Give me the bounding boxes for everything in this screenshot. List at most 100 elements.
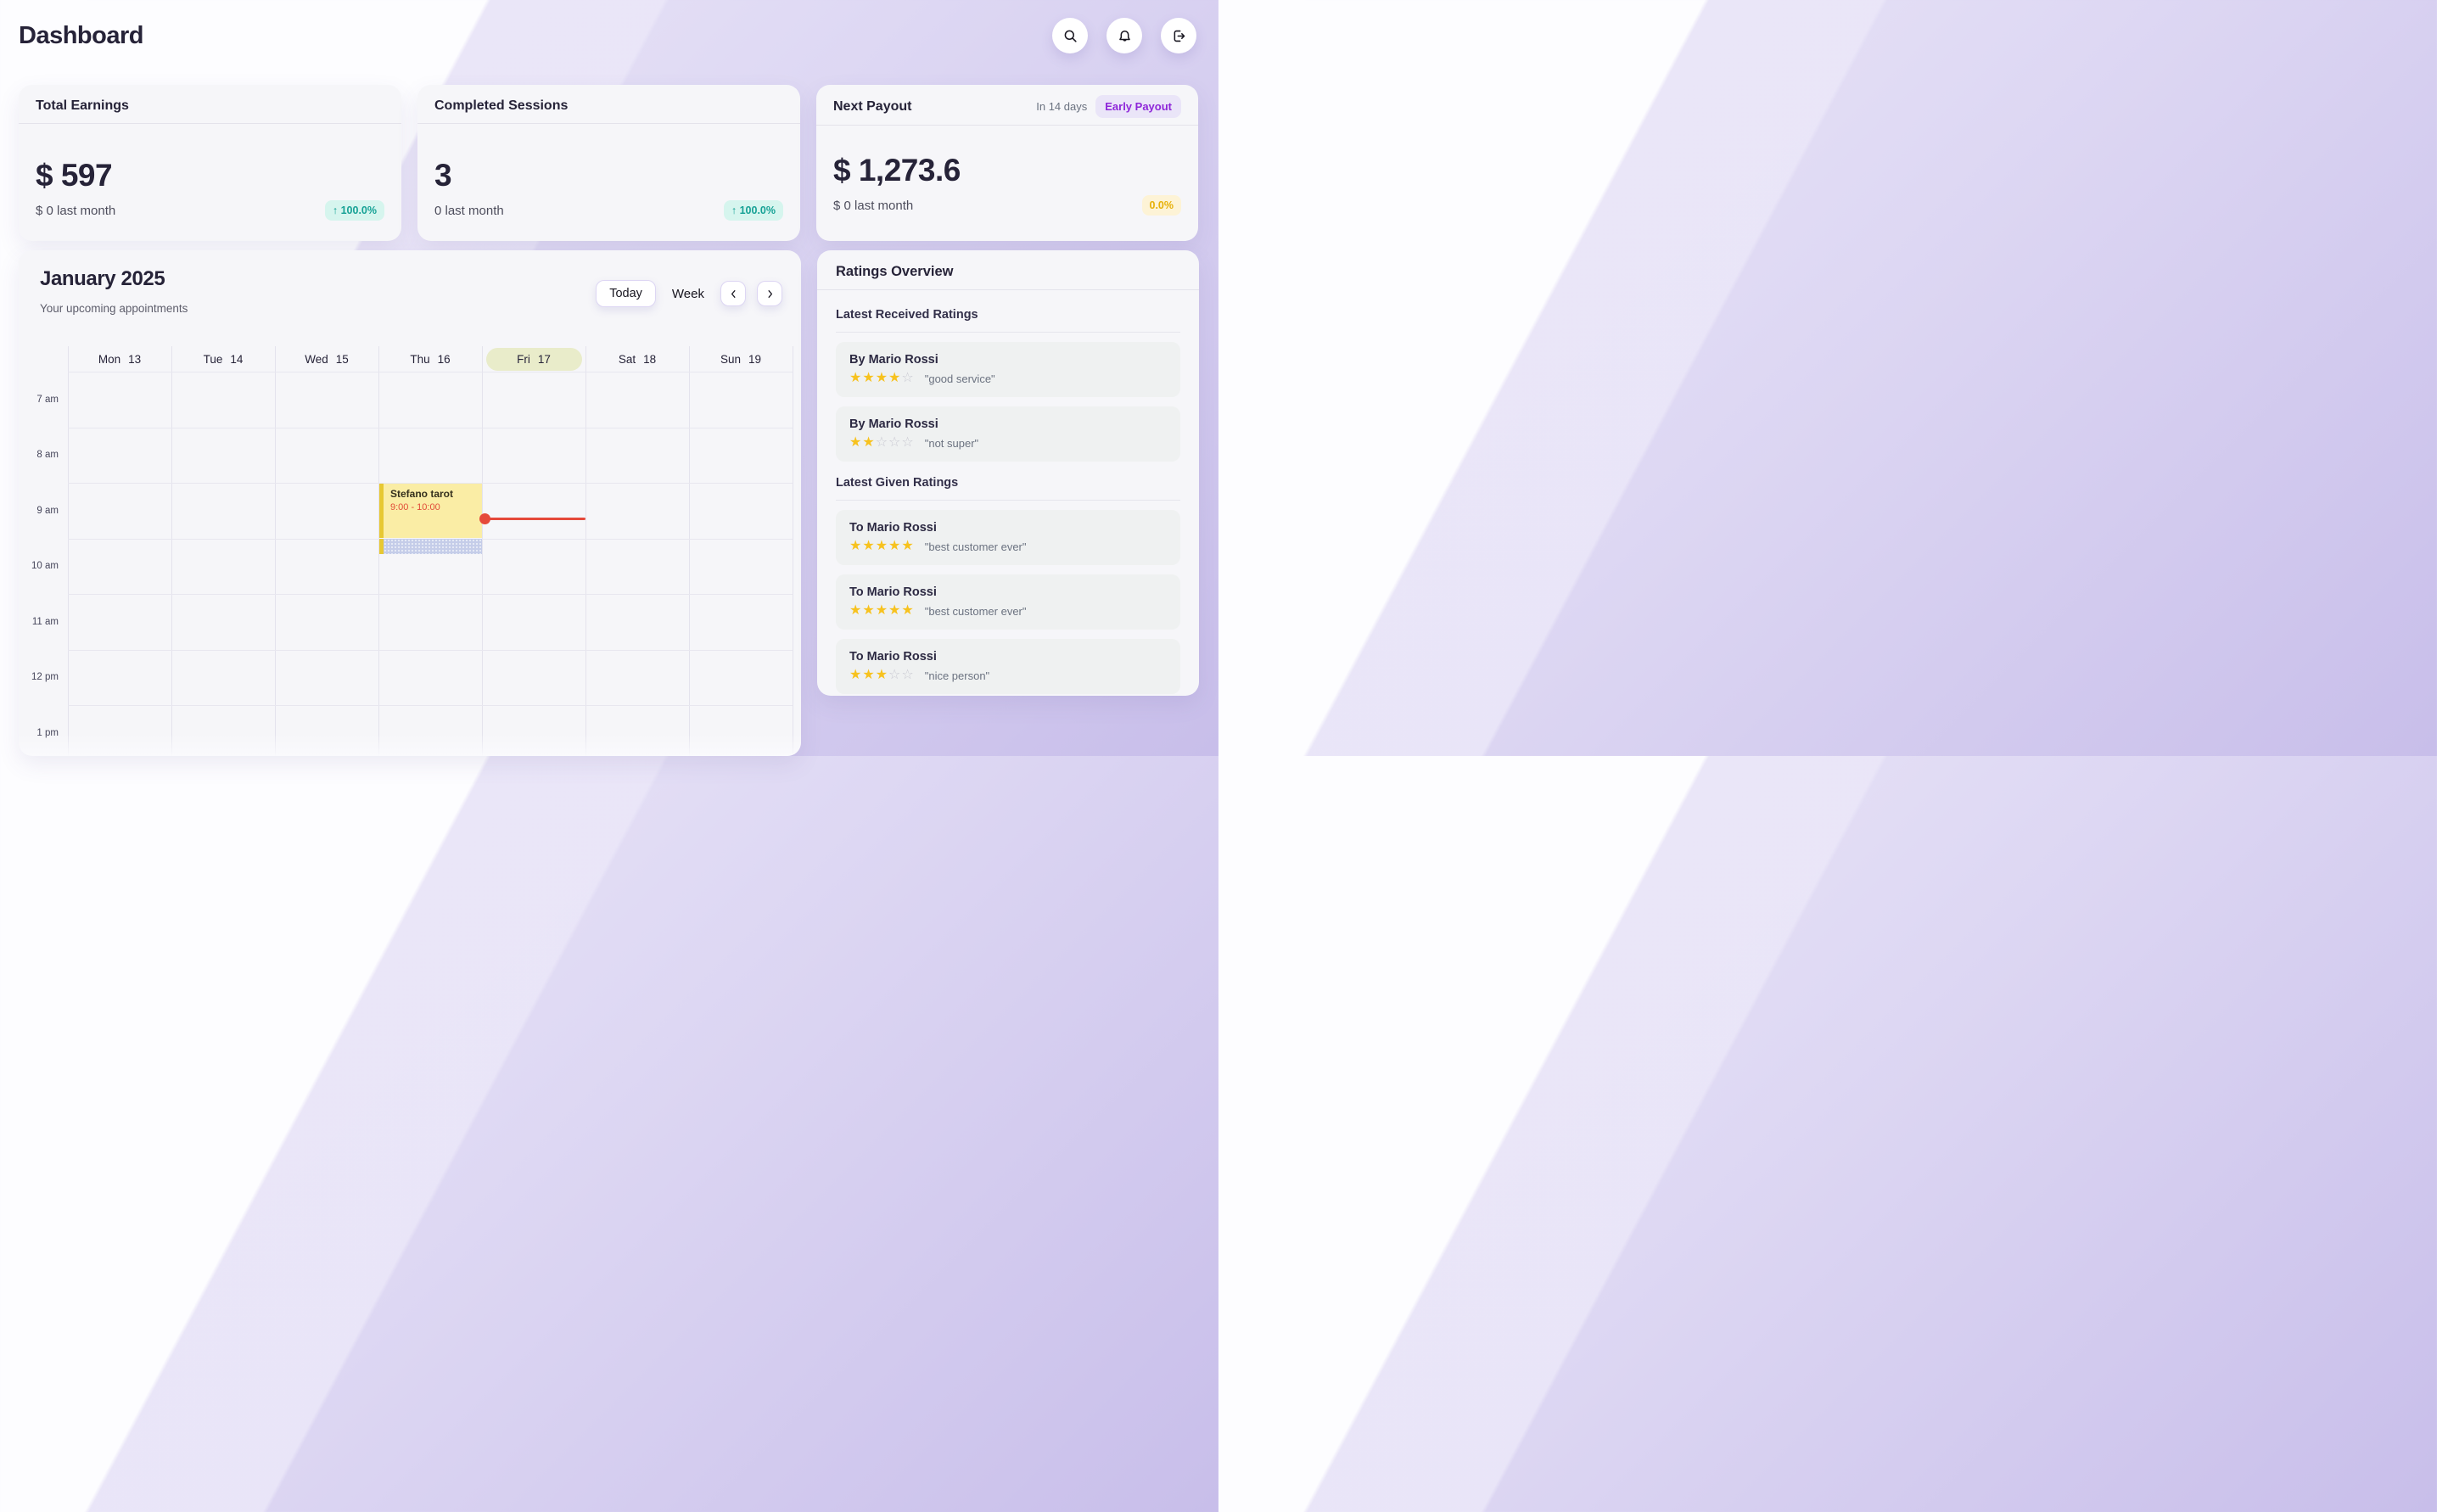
day-header-mon: Mon13 bbox=[68, 346, 171, 372]
next-week-button[interactable] bbox=[757, 281, 782, 306]
rating-row: ★★★★★"best customer ever" bbox=[849, 604, 1167, 618]
search-icon bbox=[1062, 28, 1078, 44]
day-number: 13 bbox=[128, 353, 141, 366]
grid-hline bbox=[68, 650, 793, 651]
star-icon: ☆ bbox=[888, 668, 901, 682]
star-icon: ★ bbox=[849, 603, 862, 618]
stat-card-total-earnings: Total Earnings $ 597 $ 0 last month ↑ 10… bbox=[19, 85, 401, 241]
day-header-thu: Thu16 bbox=[378, 346, 482, 372]
topbar: Dashboard bbox=[19, 0, 1196, 71]
notifications-button[interactable] bbox=[1106, 18, 1142, 53]
prev-week-button[interactable] bbox=[720, 281, 746, 306]
stats-row: Total Earnings $ 597 $ 0 last month ↑ 10… bbox=[19, 85, 1198, 241]
star-icon: ★ bbox=[849, 668, 862, 682]
stat-subtext: 0 last month bbox=[434, 204, 504, 218]
stat-card-next-payout: Next Payout In 14 days Early Payout $ 1,… bbox=[816, 85, 1198, 241]
divider bbox=[836, 500, 1180, 501]
day-pill: Wed 15 bbox=[279, 348, 375, 371]
early-payout-badge[interactable]: Early Payout bbox=[1095, 95, 1181, 118]
rating-item: To Mario Rossi★★★★★"best customer ever" bbox=[836, 510, 1180, 565]
star-icon: ★ bbox=[849, 435, 862, 450]
rating-row: ★★★★☆"good service" bbox=[849, 372, 1167, 385]
calendar-month-title: January 2025 bbox=[40, 267, 165, 291]
today-button[interactable]: Today bbox=[596, 280, 656, 307]
star-rating: ★★☆☆☆ bbox=[849, 436, 915, 450]
search-button[interactable] bbox=[1052, 18, 1088, 53]
star-icon: ☆ bbox=[901, 668, 914, 682]
star-icon: ★ bbox=[862, 371, 875, 385]
trend-badge: ↑ 100.0% bbox=[325, 200, 384, 221]
star-icon: ★ bbox=[862, 668, 875, 682]
day-pill: Sat18 bbox=[590, 348, 686, 371]
grid-vline bbox=[275, 346, 276, 756]
rating-item: By Mario Rossi★★☆☆☆"not super" bbox=[836, 406, 1180, 462]
day-pill: Sun 19 bbox=[693, 348, 789, 371]
day-name: Thu bbox=[410, 353, 429, 366]
logout-button[interactable] bbox=[1161, 18, 1196, 53]
stat-title: Total Earnings bbox=[36, 98, 129, 114]
chevron-left-icon bbox=[728, 288, 739, 300]
calendar-controls: Today Week bbox=[596, 280, 782, 307]
stat-card-header: Total Earnings bbox=[19, 85, 401, 124]
stat-value: 3 bbox=[434, 158, 783, 193]
star-icon: ★ bbox=[862, 539, 875, 553]
grid-hline bbox=[68, 594, 793, 595]
rating-row: ★★☆☆☆"not super" bbox=[849, 436, 1167, 450]
star-icon: ☆ bbox=[876, 435, 888, 450]
star-rating: ★★★★☆ bbox=[849, 372, 915, 385]
grid-vline bbox=[689, 346, 690, 756]
logout-icon bbox=[1171, 28, 1187, 44]
rating-author: By Mario Rossi bbox=[849, 417, 1167, 431]
stat-title: Completed Sessions bbox=[434, 98, 568, 114]
star-rating: ★★★★★ bbox=[849, 540, 915, 553]
stat-card-body: $ 1,273.6 $ 0 last month 0.0% bbox=[816, 153, 1198, 216]
grid-hline bbox=[68, 705, 793, 706]
star-rating: ★★★☆☆ bbox=[849, 669, 915, 682]
day-pill: Tue14 bbox=[176, 348, 272, 371]
time-label: 10 am bbox=[19, 539, 59, 595]
day-number: 17 bbox=[538, 353, 551, 366]
day-number: 19 bbox=[748, 353, 761, 366]
current-time-indicator bbox=[482, 518, 585, 520]
stat-card-body: $ 597 $ 0 last month ↑ 100.0% bbox=[19, 158, 401, 221]
star-icon: ☆ bbox=[901, 371, 914, 385]
stat-card-header: Next Payout In 14 days Early Payout bbox=[816, 85, 1198, 126]
day-pill-today: Fri 17 bbox=[486, 348, 582, 371]
day-number: 18 bbox=[643, 353, 656, 366]
star-icon: ★ bbox=[876, 539, 888, 553]
calendar-event[interactable]: Stefano tarot9:00 - 10:00 bbox=[379, 484, 482, 538]
star-icon: ☆ bbox=[901, 435, 914, 450]
day-name: Fri bbox=[517, 353, 530, 366]
rating-quote: "nice person" bbox=[925, 669, 989, 682]
divider bbox=[836, 332, 1180, 333]
stat-subtext: $ 0 last month bbox=[36, 204, 115, 218]
day-number: 14 bbox=[230, 353, 243, 366]
day-number: 15 bbox=[336, 353, 349, 366]
calendar-grid: Mon13Tue14Wed15Thu16Fri17Sat18Sun197 am8… bbox=[19, 346, 793, 756]
stat-value: $ 1,273.6 bbox=[833, 153, 1181, 188]
stat-card-completed-sessions: Completed Sessions 3 0 last month ↑ 100.… bbox=[417, 85, 800, 241]
rating-quote: "best customer ever" bbox=[925, 605, 1027, 618]
rating-author: To Mario Rossi bbox=[849, 650, 1167, 664]
rating-author: By Mario Rossi bbox=[849, 353, 1167, 367]
rating-author: To Mario Rossi bbox=[849, 521, 1167, 535]
star-rating: ★★★★★ bbox=[849, 604, 915, 618]
time-label: 7 am bbox=[19, 372, 59, 428]
stat-card-header: Completed Sessions bbox=[417, 85, 800, 124]
rating-item: To Mario Rossi★★★★★"best customer ever" bbox=[836, 574, 1180, 630]
stat-value: $ 597 bbox=[36, 158, 384, 193]
time-label: 12 pm bbox=[19, 650, 59, 706]
day-name: Wed bbox=[305, 353, 328, 366]
event-title: Stefano tarot bbox=[390, 488, 475, 500]
rating-quote: "good service" bbox=[925, 372, 995, 385]
stat-card-body: 3 0 last month ↑ 100.0% bbox=[417, 158, 800, 221]
star-icon: ★ bbox=[876, 603, 888, 618]
view-selector-week[interactable]: Week bbox=[667, 287, 709, 301]
star-icon: ★ bbox=[849, 371, 862, 385]
star-icon: ☆ bbox=[888, 435, 901, 450]
star-icon: ★ bbox=[901, 603, 914, 618]
day-header-sat: Sat18 bbox=[585, 346, 689, 372]
event-extension bbox=[379, 539, 482, 554]
grid-vline bbox=[482, 346, 483, 756]
day-name: Sun bbox=[720, 353, 741, 366]
